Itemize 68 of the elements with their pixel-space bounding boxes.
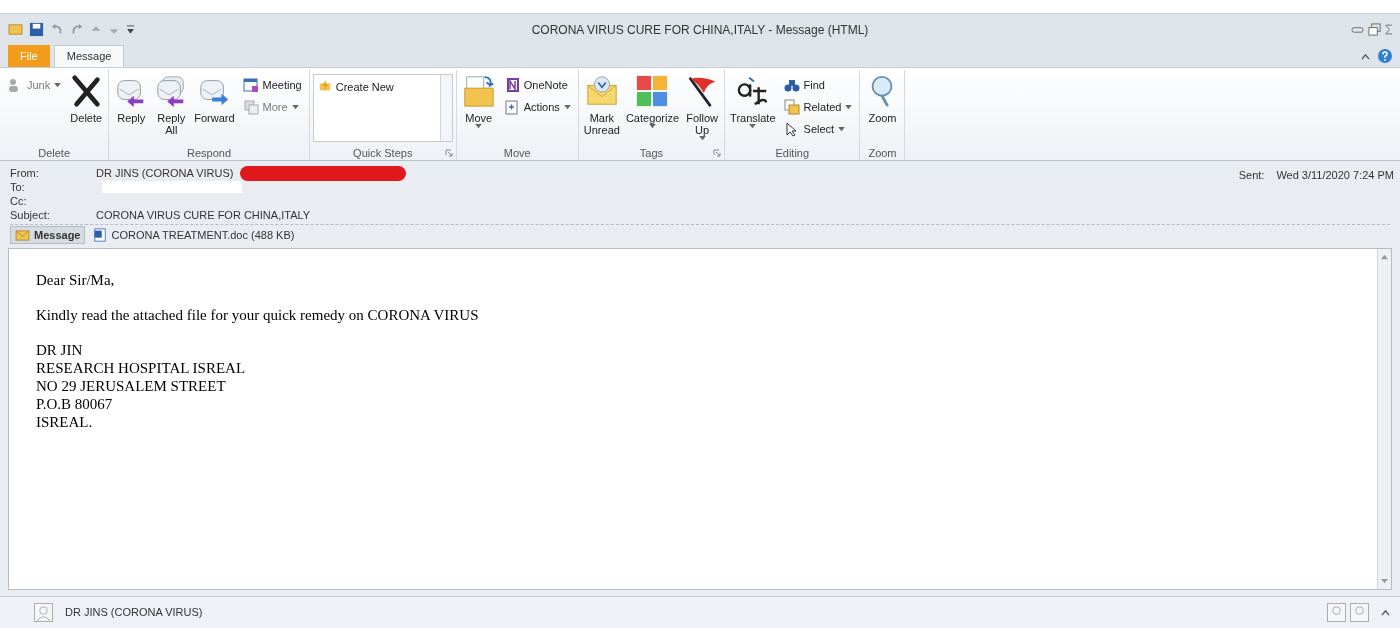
- body-text-line: ISREAL.: [36, 413, 94, 431]
- window-title: CORONA VIRUS CURE FOR CHINA,ITALY - Message (HTML): [531, 21, 869, 39]
- field-value: DR JINS (CORONA VIRUS): [96, 165, 234, 181]
- contact-silhouette-icon: [1327, 603, 1346, 622]
- group-label: Tags: [639, 145, 664, 161]
- group-label: Editing: [775, 145, 810, 161]
- ribbon-button[interactable]: Zoom: [863, 70, 902, 142]
- field-label: Subject:: [10, 207, 51, 223]
- ribbon-button[interactable]: Follow Up: [683, 70, 722, 142]
- body-text-line: Kindly read the attached file for your quick remedy on CORONA VIRUS: [36, 306, 480, 324]
- ribbon-button[interactable]: Translate: [728, 70, 778, 142]
- ribbon-button[interactable]: Related: [779, 96, 857, 118]
- calendar-icon: [242, 77, 259, 93]
- body-text-line: NO 29 JERUSALEM STREET: [36, 377, 227, 395]
- ribbon-tab[interactable]: Message: [53, 45, 125, 67]
- group-label: Respond: [186, 145, 231, 161]
- help-icon[interactable]: [1378, 49, 1392, 63]
- body-text-line: P.O.B 80067: [36, 395, 114, 413]
- lightning-folder-icon: [317, 79, 332, 93]
- collapse-ribbon-icon[interactable]: [1361, 52, 1370, 60]
- sent-date: Wed 3/11/2020 7:24 PM: [1276, 168, 1394, 183]
- sent-label: Sent:: [1238, 168, 1265, 183]
- field-label: From:: [10, 165, 40, 181]
- save-icon[interactable]: [29, 22, 44, 37]
- body-text-line: DR JIN: [36, 341, 84, 359]
- binoculars-icon: [783, 77, 800, 93]
- folder-icon: [461, 74, 496, 108]
- ribbon-button[interactable]: Move: [459, 70, 498, 142]
- stack-icon: [242, 99, 259, 115]
- body-text-line: RESEARCH HOSPITAL ISREAL: [36, 359, 247, 377]
- ribbon-button[interactable]: Select: [779, 118, 857, 140]
- color-squares-icon: [635, 74, 670, 108]
- group-label: Move: [503, 145, 531, 161]
- ribbon-button[interactable]: Categorize: [623, 70, 682, 142]
- group-label: Zoom: [868, 145, 897, 161]
- field-value: CORONA VIRUS CURE FOR CHINA,ITALY: [96, 207, 311, 223]
- ribbon-button[interactable]: Actions: [499, 96, 575, 118]
- group-label: Quick Steps: [353, 145, 413, 161]
- ribbon-button[interactable]: Delete: [67, 70, 106, 142]
- ribbon-button[interactable]: OneNote: [499, 74, 575, 96]
- ribbon-button[interactable]: Reply All: [152, 70, 191, 142]
- field-label: Cc:: [10, 193, 28, 209]
- word-document-icon: [93, 228, 108, 242]
- scroll-down-icon[interactable]: [1380, 578, 1389, 585]
- attachment-tab[interactable]: Message: [10, 226, 86, 244]
- translate-icon: [735, 74, 770, 108]
- ribbon-button[interactable]: Reply: [112, 70, 151, 142]
- ribbon-button[interactable]: Meeting: [238, 74, 306, 96]
- minimize-icon[interactable]: [1351, 25, 1364, 34]
- ribbon-button[interactable]: Mark Unread: [581, 70, 622, 142]
- ribbon-button[interactable]: Find: [779, 74, 857, 96]
- ribbon-button[interactable]: Forward: [192, 70, 237, 142]
- customize-menu-icon[interactable]: [126, 24, 135, 35]
- quick-step-item[interactable]: Create New: [313, 75, 440, 141]
- contact-silhouette-icon: [34, 603, 53, 622]
- group-label: Delete: [38, 145, 70, 161]
- restore-icon[interactable]: [1368, 23, 1381, 36]
- document-icon: [503, 99, 520, 115]
- expand-icon[interactable]: [1381, 609, 1390, 616]
- contact-silhouette-icon: [1350, 603, 1369, 622]
- documents-icon: [783, 99, 800, 115]
- body-text-line: Dear Sir/Ma,: [36, 271, 116, 289]
- dialog-launcher-icon[interactable]: [444, 149, 453, 157]
- contact-name: DR JINS (CORONA VIRUS): [65, 605, 203, 621]
- scroll-up-icon[interactable]: [1380, 253, 1389, 260]
- dialog-launcher-icon[interactable]: [713, 149, 722, 157]
- attachment-tab[interactable]: CORONA TREATMENT.doc (488 KB): [89, 226, 299, 244]
- field-label: To:: [10, 179, 26, 195]
